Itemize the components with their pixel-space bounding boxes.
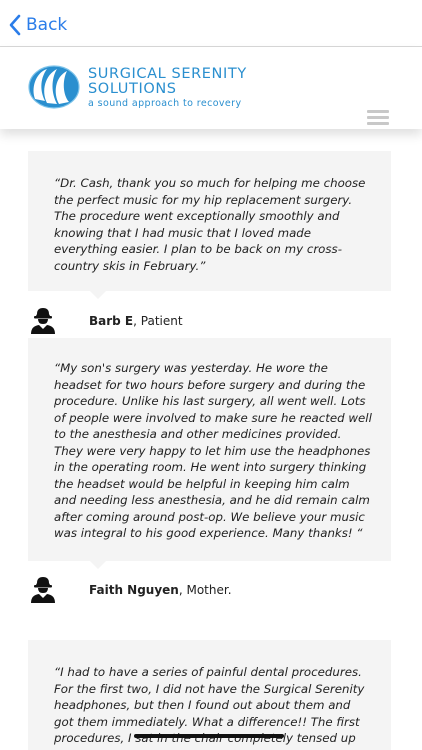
author-text: Barb E, Patient: [89, 314, 183, 328]
brand-title-line2: SOLUTIONS: [88, 81, 177, 97]
brand-title: SURGICAL SERENITY SOLUTIONS: [88, 67, 247, 97]
testimonial-quote: “Dr. Cash, thank you so much for helping…: [54, 176, 366, 273]
user-icon: [31, 577, 55, 603]
hamburger-menu-icon[interactable]: [367, 110, 389, 126]
card-pointer: [90, 561, 106, 569]
author-text: Faith Nguyen, Mother.: [89, 583, 232, 597]
card-pointer: [90, 291, 106, 299]
site-header: SURGICAL SERENITY SOLUTIONS a sound appr…: [0, 47, 422, 129]
user-icon: [31, 308, 55, 334]
testimonial-quote: “My son's surgery was yesterday. He wore…: [54, 361, 372, 540]
author-role: , Mother.: [178, 583, 232, 597]
navigation-bar: Back: [0, 0, 422, 47]
logo-icon: [28, 65, 80, 109]
author-role: , Patient: [133, 314, 183, 328]
author-name: Barb E: [89, 314, 134, 328]
app-screen: Back SURGICAL SERENITY SOLUTIONS a sound…: [0, 0, 422, 750]
back-button[interactable]: Back: [8, 12, 67, 38]
testimonials-list: “Dr. Cash, thank you so much for helping…: [0, 129, 422, 750]
chevron-left-icon: [9, 14, 21, 36]
brand-tagline: a sound approach to recovery: [88, 98, 242, 109]
brand-title-line1: SURGICAL SERENITY: [88, 66, 247, 82]
testimonial-card: “Dr. Cash, thank you so much for helping…: [28, 151, 391, 299]
testimonial-card: “My son's surgery was yesterday. He wore…: [28, 338, 391, 569]
home-indicator[interactable]: [134, 734, 284, 738]
author-name: Faith Nguyen: [89, 583, 179, 597]
testimonial-author: Faith Nguyen, Mother.: [28, 575, 232, 605]
back-label: Back: [26, 15, 68, 35]
testimonial-author: Barb E, Patient: [28, 306, 183, 336]
